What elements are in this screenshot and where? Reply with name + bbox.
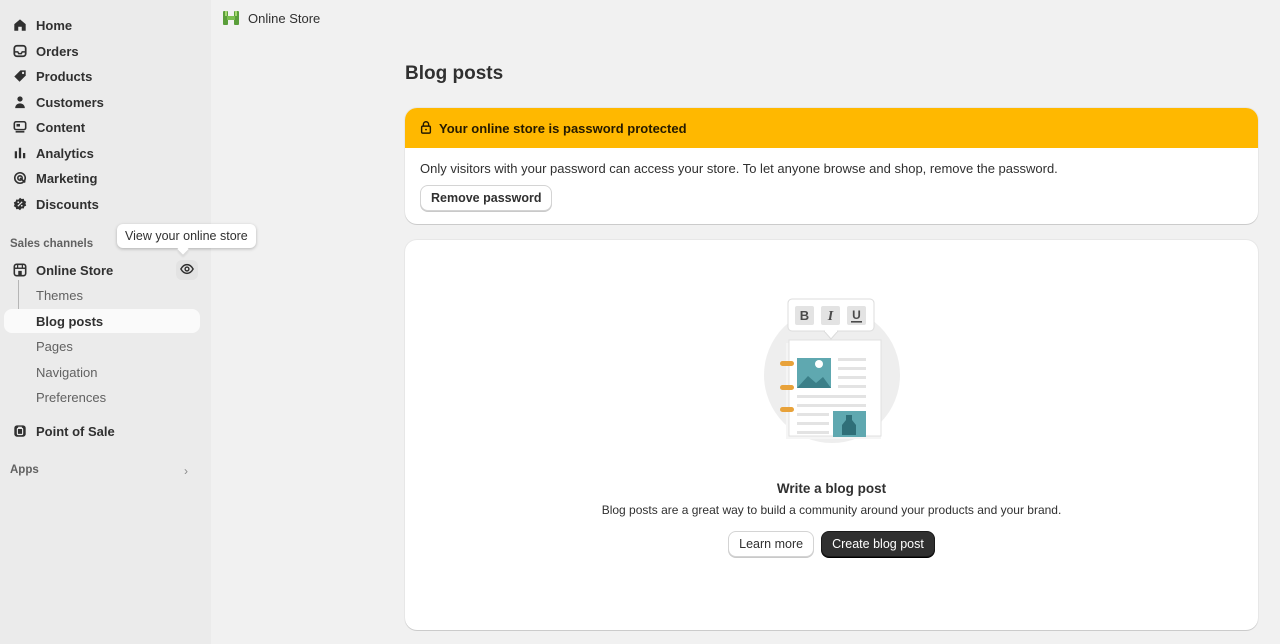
sidebar-item-label: Point of Sale bbox=[36, 423, 115, 439]
sidebar-item-label: Marketing bbox=[36, 170, 98, 186]
sidebar-item-products[interactable]: Products bbox=[4, 64, 200, 88]
sidebar-item-orders[interactable]: Orders bbox=[4, 39, 200, 63]
blog-posts-empty-state: B I U Write a blog post Blog posts are a… bbox=[405, 240, 1258, 630]
chevron-right-icon[interactable]: › bbox=[184, 464, 188, 478]
sidebar: Home Orders Products Customers Content A… bbox=[0, 0, 256, 644]
sidebar-subitem-navigation[interactable]: Navigation bbox=[4, 360, 200, 384]
sales-channels-heading: Sales channels bbox=[10, 238, 94, 250]
sidebar-item-label: Discounts bbox=[36, 196, 99, 212]
learn-more-button[interactable]: Learn more bbox=[728, 531, 815, 557]
sidebar-subitem-themes[interactable]: Themes bbox=[4, 283, 200, 307]
sidebar-subitem-preferences[interactable]: Preferences bbox=[4, 385, 200, 409]
inbox-icon bbox=[12, 43, 28, 59]
sidebar-item-discounts[interactable]: Discounts bbox=[4, 192, 200, 216]
password-protection-banner: Your online store is password protected … bbox=[405, 108, 1258, 224]
sidebar-item-point-of-sale[interactable]: Point of Sale bbox=[4, 419, 200, 443]
topbar-title[interactable]: Online Store bbox=[248, 11, 320, 26]
banner-title: Your online store is password protected bbox=[439, 120, 687, 136]
store-icon bbox=[12, 262, 28, 278]
sidebar-item-online-store[interactable]: Online Store bbox=[4, 258, 200, 282]
remove-password-button[interactable]: Remove password bbox=[420, 185, 553, 211]
svg-text:I: I bbox=[827, 309, 834, 324]
blog-post-illustration: B I U bbox=[760, 295, 905, 445]
person-icon bbox=[12, 94, 28, 110]
home-icon bbox=[12, 17, 28, 33]
sidebar-item-analytics[interactable]: Analytics bbox=[4, 141, 200, 165]
sidebar-item-label: Analytics bbox=[36, 145, 94, 161]
tag-icon bbox=[12, 68, 28, 84]
banner-header: Your online store is password protected bbox=[405, 108, 1258, 148]
eye-icon bbox=[180, 262, 194, 279]
lock-icon bbox=[419, 120, 439, 137]
sidebar-item-label: Content bbox=[36, 119, 86, 135]
sidebar-subitem-pages[interactable]: Pages bbox=[4, 334, 200, 358]
view-online-store-tooltip: View your online store bbox=[117, 224, 256, 248]
create-blog-post-button[interactable]: Create blog post bbox=[821, 531, 935, 557]
svg-text:B: B bbox=[800, 308, 809, 323]
empty-state-actions: Learn more Create blog post bbox=[405, 531, 1258, 557]
sidebar-item-content[interactable]: Content bbox=[4, 115, 200, 139]
empty-state-description: Blog posts are a great way to build a co… bbox=[601, 503, 1062, 517]
empty-state-title: Write a blog post bbox=[776, 481, 887, 496]
sidebar-item-label: Home bbox=[36, 17, 73, 33]
online-store-logo-icon bbox=[222, 9, 240, 27]
sidebar-item-customers[interactable]: Customers bbox=[4, 90, 200, 114]
sidebar-subitem-blog-posts[interactable]: Blog posts bbox=[4, 309, 200, 333]
target-icon bbox=[12, 170, 28, 186]
sidebar-item-marketing[interactable]: Marketing bbox=[4, 166, 200, 190]
sidebar-item-label: Online Store bbox=[36, 262, 114, 278]
content-icon bbox=[12, 119, 28, 135]
sidebar-item-home[interactable]: Home bbox=[4, 13, 200, 37]
breadcrumb: Online Store bbox=[222, 9, 320, 27]
svg-text:U: U bbox=[852, 308, 861, 322]
apps-heading[interactable]: Apps bbox=[10, 464, 39, 476]
sidebar-item-label: Customers bbox=[36, 94, 104, 110]
pos-icon bbox=[12, 423, 28, 439]
view-online-store-button[interactable] bbox=[176, 260, 198, 280]
bar-chart-icon bbox=[12, 145, 28, 161]
banner-body: Only visitors with your password can acc… bbox=[420, 161, 1058, 176]
sidebar-item-label: Products bbox=[36, 68, 93, 84]
page-title: Blog posts bbox=[405, 63, 504, 84]
discount-icon bbox=[12, 196, 28, 212]
sidebar-item-label: Orders bbox=[36, 43, 79, 59]
